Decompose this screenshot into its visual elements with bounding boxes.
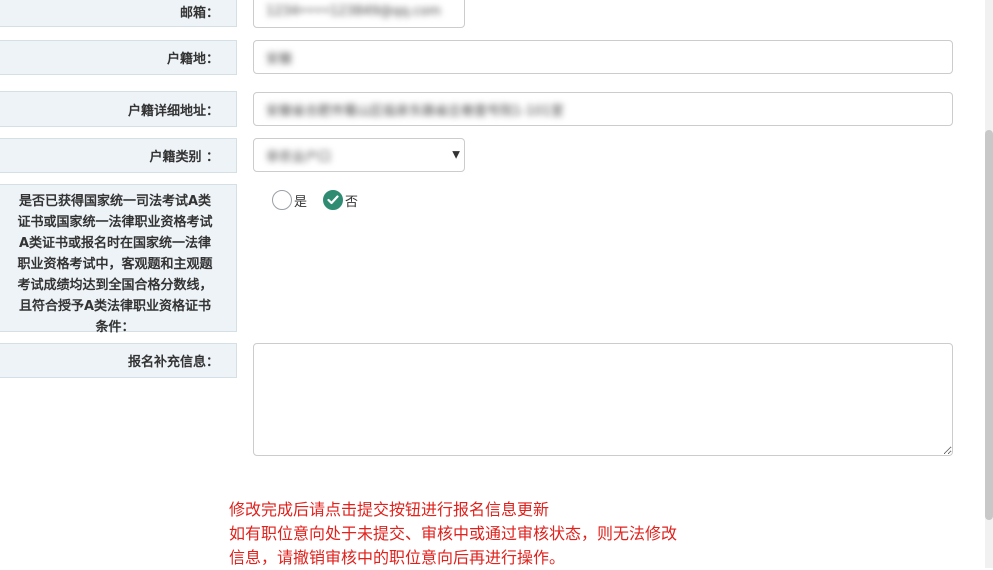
radio-no-label: 否 <box>345 194 359 210</box>
chevron-down-icon: ▼ <box>452 149 460 161</box>
check-icon <box>327 195 339 205</box>
household-type-label-text: 户籍类别 ： <box>149 150 219 165</box>
notice: 修改完成后请点击提交按钮进行报名信息更新 如有职位意向处于未提交、审核中或通过审… <box>229 498 749 570</box>
household-address-label-text: 户籍详细地址： <box>127 103 219 119</box>
household-register-label-text: 户籍地： <box>166 52 219 67</box>
qualification-label-line: 条件： <box>95 320 135 335</box>
qualification-label-line: 且符合授予A类法律职业资格证书 <box>18 299 212 314</box>
radio-no[interactable] <box>323 190 344 210</box>
scrollbar-track[interactable] <box>985 0 993 568</box>
household-register-field[interactable]: 安徽 <box>253 40 953 74</box>
notice-line: 修改完成后请点击提交按钮进行报名信息更新 <box>229 500 550 519</box>
household-address-value: 安徽省合肥市蜀山区临泉东路省庄巷壹号院1-101室 <box>266 103 564 119</box>
radio-yes[interactable] <box>272 190 292 210</box>
email-label: 邮箱： <box>0 0 237 27</box>
qualification-label-line: 是否已获得国家统一司法考试A类 <box>18 194 212 209</box>
qualification-label-line: A类证书或报名时在国家统一法律 <box>18 236 212 251</box>
household-address-field[interactable]: 安徽省合肥市蜀山区临泉东路省庄巷壹号院1-101室 <box>253 92 953 126</box>
notice-line: 如有职位意向处于未提交、审核中或通过审核状态，则无法修改 <box>229 524 678 543</box>
notice-line: 信息，请撤销审核中的职位意向后再进行操作。 <box>229 548 566 567</box>
qualification-label-line: 职业资格考试中，客观题和主观题 <box>17 257 213 272</box>
supplement-label-text: 报名补充信息： <box>127 355 219 370</box>
household-type-select[interactable]: 非农业户口 ▼ <box>253 138 465 172</box>
radio-yes-label: 是 <box>294 194 308 210</box>
scrollbar-thumb[interactable] <box>985 130 993 520</box>
household-register-label: 户籍地： <box>0 40 237 75</box>
email-label-text: 邮箱： <box>179 6 219 21</box>
qualification-label: 是否已获得国家统一司法考试A类 证书或国家统一法律职业资格考试 A类证书或报名时… <box>0 184 237 335</box>
supplement-textarea[interactable] <box>253 343 953 456</box>
household-address-label: 户籍详细地址： <box>0 91 237 127</box>
qualification-label-line: 考试成绩均达到全国合格分数线， <box>17 278 213 293</box>
supplement-label: 报名补充信息： <box>0 343 237 378</box>
email-value: 1234••••123849@qq.com <box>266 3 441 19</box>
household-register-value: 安徽 <box>266 51 293 67</box>
qualification-label-line: 证书或国家统一法律职业资格考试 <box>17 215 213 230</box>
household-type-value: 非农业户口 <box>266 149 332 165</box>
email-field[interactable]: 1234••••123849@qq.com <box>253 0 465 28</box>
household-type-label: 户籍类别 ： <box>0 138 237 173</box>
qualification-radio-group: 是 否 <box>272 190 358 210</box>
